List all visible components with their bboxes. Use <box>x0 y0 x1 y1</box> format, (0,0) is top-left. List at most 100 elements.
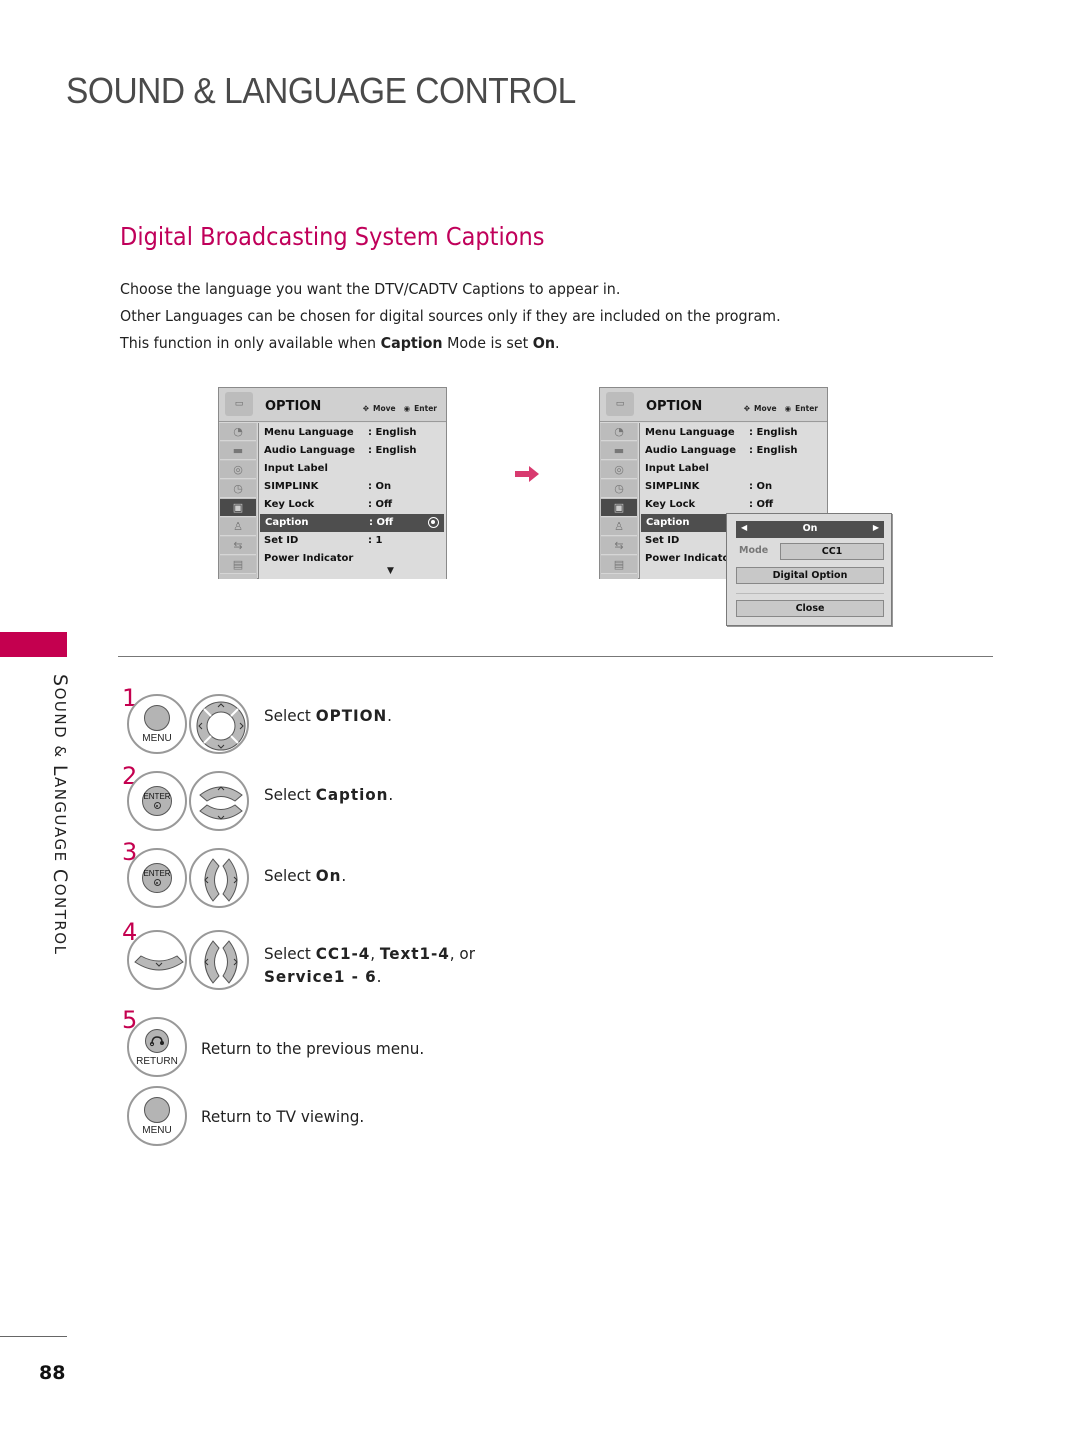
step-text-part: . <box>376 967 382 986</box>
left-right-arrows-icon <box>204 858 238 902</box>
intro-line-2: Other Languages can be chosen for digita… <box>120 307 781 325</box>
input-icon[interactable]: ⇆ <box>601 537 637 555</box>
button-caption: MENU <box>142 733 172 744</box>
osd-title: OPTION <box>646 399 703 414</box>
audio-icon[interactable]: ◎ <box>220 461 256 479</box>
osd-title: OPTION <box>265 399 322 414</box>
row-value: : 1 <box>368 535 383 546</box>
caption-state-selector[interactable]: ◀ On ▶ <box>736 521 884 538</box>
osd-header: ▭ OPTION ✥ Move ◉ Enter <box>219 388 446 422</box>
up-down-buttons[interactable] <box>189 771 249 831</box>
row-label: Set ID <box>645 535 680 546</box>
intro-on-keyword: On <box>532 334 556 352</box>
input-icon[interactable]: ⇆ <box>220 537 256 555</box>
osd-row-set-id[interactable]: Set ID: 1 <box>259 532 445 550</box>
audio-icon[interactable]: ◎ <box>601 461 637 479</box>
osd-row-caption-selected[interactable]: Caption: Off <box>260 514 444 532</box>
step-text-part: , or <box>449 944 475 963</box>
step-keyword: CC1-4 <box>315 944 371 963</box>
return-button[interactable]: RETURN <box>127 1017 187 1077</box>
intro-line-3-text: This function in only available when <box>120 334 381 352</box>
osd-row-menu-language[interactable]: Menu Language: English <box>640 424 826 442</box>
step-text-part: . <box>341 866 347 885</box>
chapter-tab <box>0 632 67 657</box>
mode-select[interactable]: CC1 <box>780 543 884 560</box>
row-value: : On <box>368 481 392 492</box>
setup-icon[interactable]: ◔ <box>220 423 256 441</box>
down-button[interactable] <box>127 930 187 990</box>
side-label-part: C <box>49 868 71 884</box>
left-right-buttons[interactable] <box>189 930 249 990</box>
lock-icon[interactable]: ♙ <box>220 518 256 536</box>
time-icon[interactable]: ◷ <box>220 480 256 498</box>
row-label: Input Label <box>645 463 709 474</box>
osd-row-key-lock[interactable]: Key Lock : Off <box>259 496 445 514</box>
left-right-buttons[interactable] <box>189 848 249 908</box>
menu-button[interactable]: MENU <box>127 694 187 754</box>
time-icon[interactable]: ◷ <box>601 480 637 498</box>
side-label-part: ONTROL <box>51 883 69 956</box>
picture-icon[interactable]: ▬ <box>601 442 637 460</box>
row-value: : English <box>368 445 417 456</box>
option-category-icon: ▭ <box>225 392 253 416</box>
intro-caption-keyword: Caption <box>380 334 443 352</box>
step-1-text: Select OPTION. <box>264 706 392 725</box>
osd-row-audio-language[interactable]: Audio Language: English <box>640 442 826 460</box>
step-keyword: Service1 - 6 <box>264 967 377 986</box>
osd-category-sidebar: ◔ ▬ ◎ ◷ ▣ ♙ ⇆ ▤ <box>219 423 257 579</box>
mode-label: Mode <box>739 545 769 556</box>
row-label: Input Label <box>264 463 328 474</box>
option-icon[interactable]: ▣ <box>601 499 637 517</box>
option-category-icon: ▭ <box>606 392 634 416</box>
row-label: Caption <box>265 517 309 528</box>
button-caption: ENTER <box>143 869 171 878</box>
page-title: SOUND & LANGUAGE CONTROL <box>66 70 576 111</box>
osd-menu-before: ▭ OPTION ✥ Move ◉ Enter ◔ ▬ ◎ ◷ ▣ ♙ ⇆ ▤ Men… <box>218 387 447 579</box>
close-button[interactable]: Close <box>736 600 884 617</box>
intro-text: Choose the language you want the DTV/CAD… <box>120 276 856 357</box>
row-label: Key Lock <box>645 499 696 510</box>
osd-row-audio-language[interactable]: Audio Language : English <box>259 442 445 460</box>
osd-row-simplink[interactable]: SIMPLINK: On <box>640 478 826 496</box>
digital-option-button[interactable]: Digital Option <box>736 567 884 584</box>
row-label: Audio Language <box>264 445 356 456</box>
osd-row-menu-language[interactable]: Menu Language: English <box>259 424 445 442</box>
enter-button[interactable]: ENTER <box>127 848 187 908</box>
side-label-part: S <box>49 674 71 688</box>
step-4-line-1: Select CC1-4, Text1-4, or <box>264 942 475 965</box>
osd-row-power-indicator[interactable]: Power Indicator <box>259 550 445 568</box>
option-icon[interactable]: ▣ <box>220 499 256 517</box>
menu-button[interactable]: MENU <box>127 1086 187 1146</box>
row-value: : Off <box>368 499 393 510</box>
osd-row-key-lock[interactable]: Key Lock: Off <box>640 496 826 514</box>
osd-row-input-label[interactable]: Input Label <box>259 460 445 478</box>
right-arrow-icon[interactable]: ▶ <box>873 523 879 532</box>
lock-icon[interactable]: ♙ <box>601 518 637 536</box>
usb-icon[interactable]: ▤ <box>220 556 256 574</box>
row-label: Caption <box>646 517 690 528</box>
navigation-pad-4way[interactable] <box>189 694 249 754</box>
section-title: Digital Broadcasting System Captions <box>120 222 545 251</box>
move-icon: ✥ <box>362 404 370 413</box>
hint-move: Move <box>373 404 396 413</box>
osd-row-simplink[interactable]: SIMPLINK: On <box>259 478 445 496</box>
enter-button[interactable]: ENTER <box>127 771 187 831</box>
move-icon: ✥ <box>743 404 751 413</box>
down-arrow-icon <box>134 955 184 971</box>
footer-rule <box>0 1336 67 1337</box>
osd-row-input-label[interactable]: Input Label <box>640 460 826 478</box>
row-value: : On <box>749 481 773 492</box>
side-label-part: L <box>49 764 71 777</box>
popup-divider <box>736 593 884 594</box>
picture-icon[interactable]: ▬ <box>220 442 256 460</box>
scroll-down-icon[interactable]: ▼ <box>387 566 394 576</box>
usb-icon[interactable]: ▤ <box>601 556 637 574</box>
setup-icon[interactable]: ◔ <box>601 423 637 441</box>
step-4-text: Select CC1-4, Text1-4, or Service1 - 6. <box>264 942 475 988</box>
menu-knob-icon <box>144 705 170 731</box>
row-label: Key Lock <box>264 499 315 510</box>
side-label-part: & <box>51 745 69 765</box>
step-2-text: Select Caption. <box>264 785 393 804</box>
osd-hint: ✥ Move ◉ Enter <box>740 404 818 413</box>
step-text-part: Select <box>264 706 316 725</box>
